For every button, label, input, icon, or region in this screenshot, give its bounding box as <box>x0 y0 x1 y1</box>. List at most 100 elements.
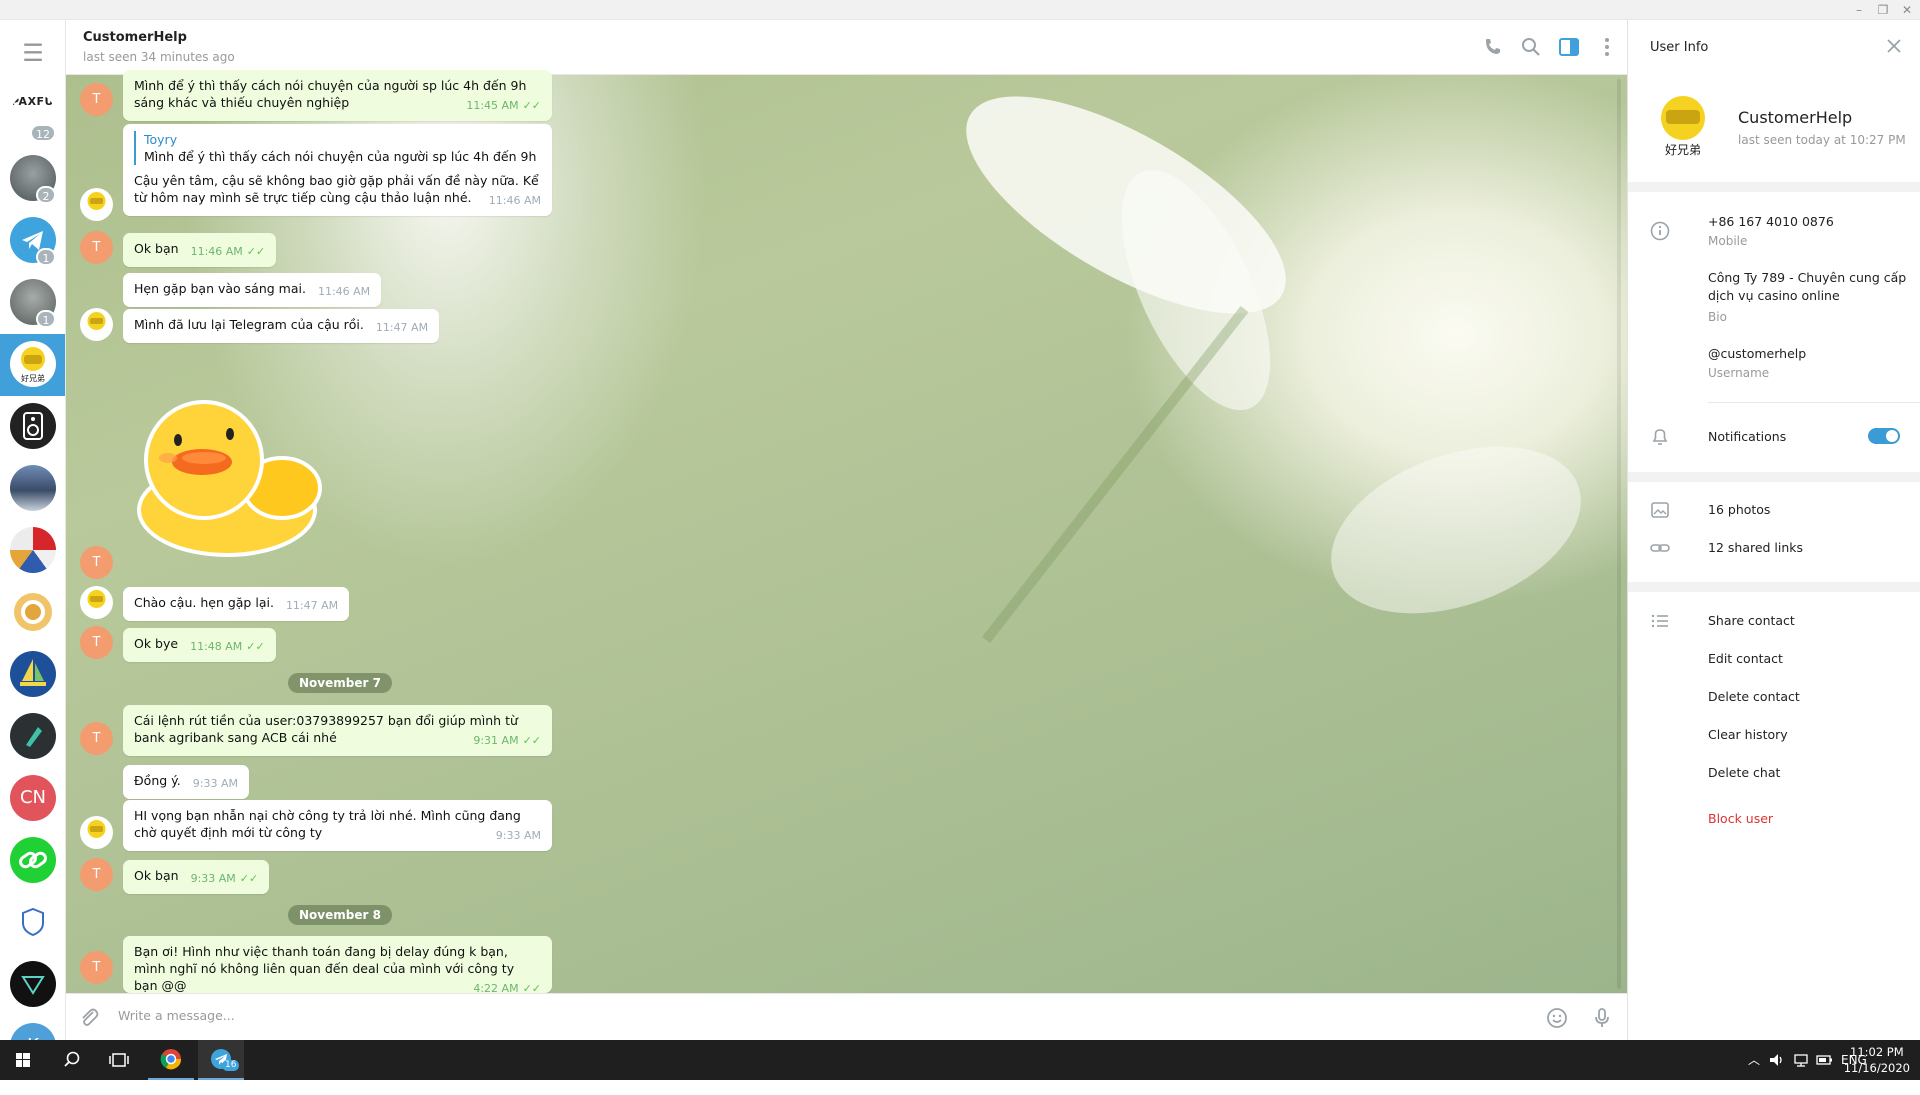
block-user-action[interactable]: Block user <box>1708 810 1773 828</box>
clear-history-action[interactable]: Clear history <box>1708 726 1788 744</box>
chat-item-coin[interactable] <box>0 582 65 644</box>
chrome-taskbar-icon[interactable] <box>148 1040 194 1080</box>
message-bubble-outgoing[interactable]: Mình để ý thì thấy cách nói chuyện của n… <box>123 70 552 121</box>
emoji-icon[interactable] <box>1545 1006 1569 1030</box>
customerhelp-message-avatar[interactable] <box>80 188 113 221</box>
duck-sticker[interactable] <box>132 398 332 560</box>
chat-item-cn[interactable]: CN <box>0 768 65 830</box>
close-icon[interactable] <box>1884 36 1904 56</box>
close-window-button[interactable]: ✕ <box>1894 0 1920 20</box>
chat-item-flags[interactable] <box>0 520 65 582</box>
tray-chevron-icon[interactable]: ︿ <box>1748 1040 1760 1080</box>
user-avatar[interactable]: T <box>80 722 113 755</box>
message-bubble-outgoing[interactable]: Ok bye 11:48 AM ✓✓ <box>123 628 276 662</box>
chat-item-alien-2[interactable]: 1 <box>0 272 65 334</box>
network-icon[interactable] <box>1792 1051 1810 1069</box>
message-input[interactable] <box>118 1008 1318 1023</box>
edit-contact-action[interactable]: Edit contact <box>1708 650 1783 668</box>
message-text: Chào cậu. hẹn gặp lại. <box>134 595 274 610</box>
battery-icon[interactable] <box>1815 1051 1833 1069</box>
message-bubble-incoming[interactable]: Hẹn gặp bạn vào sáng mai. 11:46 AM <box>123 273 382 307</box>
chat-scrollbar[interactable] <box>1617 79 1621 989</box>
user-avatar[interactable]: T <box>80 858 113 891</box>
toggle-info-panel-icon[interactable] <box>1557 35 1581 59</box>
customerhelp-message-avatar[interactable] <box>80 816 113 849</box>
profile-name: CustomerHelp <box>1738 108 1853 127</box>
rocket-icon <box>26 727 42 747</box>
reply-quote[interactable]: Toyry Mình để ý thì thấy cách nói chuyện… <box>134 131 541 165</box>
svg-text:好兄弟: 好兄弟 <box>1665 143 1701 157</box>
chat-item-telegram[interactable]: 1 <box>0 210 65 272</box>
search-taskbar-icon[interactable] <box>48 1040 94 1080</box>
chat-item-paxful[interactable]: PAXFUL 12 <box>0 86 65 148</box>
message-bubble-outgoing[interactable]: Ok bạn 9:33 AM ✓✓ <box>123 860 270 894</box>
message-text: Bạn ơi! Hình như việc thanh toán đang bị… <box>134 944 515 993</box>
user-avatar[interactable]: T <box>80 951 113 984</box>
svg-text:好兄弟: 好兄弟 <box>21 373 45 383</box>
chat-item-link[interactable] <box>0 830 65 892</box>
message-bubble-incoming[interactable]: Chào cậu. hẹn gặp lại. 11:47 AM <box>123 587 350 621</box>
shared-photos[interactable]: 16 photos <box>1708 501 1770 519</box>
phone-number[interactable]: +86 167 4010 0876 <box>1708 213 1834 231</box>
customerhelp-message-avatar[interactable] <box>80 586 113 619</box>
profile-photo[interactable]: 好兄弟 <box>1648 90 1718 160</box>
k-avatar: K <box>10 1023 56 1040</box>
message-time: 11:46 AM <box>488 194 541 207</box>
bio-text[interactable]: Công Ty 789 - Chuyên cung cấp dịch vụ ca… <box>1708 269 1908 305</box>
unread-badge: 1 <box>36 310 56 328</box>
message-bubble-outgoing[interactable]: Ok bạn 11:46 AM ✓✓ <box>123 233 277 267</box>
minimize-button[interactable]: – <box>1846 0 1872 20</box>
microphone-icon[interactable] <box>1590 1006 1614 1030</box>
triangle-logo-icon <box>21 976 45 995</box>
volume-icon[interactable] <box>1768 1051 1786 1069</box>
delete-contact-action[interactable]: Delete contact <box>1708 688 1800 706</box>
phone-call-icon[interactable] <box>1481 35 1505 59</box>
username-value[interactable]: @customerhelp <box>1708 345 1806 363</box>
chat-item-boat[interactable] <box>0 644 65 706</box>
message-bubble-outgoing[interactable]: Cái lệnh rút tiền của user:03793899257 b… <box>123 705 552 756</box>
windows-start-icon[interactable] <box>0 1040 46 1080</box>
user-avatar[interactable]: T <box>80 231 113 264</box>
message-bubble-incoming[interactable]: Mình đã lưu lại Telegram của cậu rồi. 11… <box>123 309 440 343</box>
message-text: Cái lệnh rút tiền của user:03793899257 b… <box>134 713 518 745</box>
reply-preview: Mình để ý thì thấy cách nói chuyện của n… <box>144 149 541 164</box>
more-options-icon[interactable] <box>1595 35 1619 59</box>
telegram-taskbar-icon[interactable]: 16 <box>198 1040 244 1080</box>
message-bubble-outgoing[interactable]: Bạn ơi! Hình như việc thanh toán đang bị… <box>123 936 552 993</box>
message-bubble-incoming[interactable]: Đồng ý. 9:33 AM <box>123 765 249 799</box>
user-avatar[interactable]: T <box>80 546 113 579</box>
message-time: 11:45 AM <box>466 99 519 112</box>
chat-item-speaker[interactable] <box>0 396 65 458</box>
task-view-icon[interactable] <box>96 1040 142 1080</box>
message-time: 9:33 AM <box>190 872 236 885</box>
user-avatar[interactable]: T <box>80 626 113 659</box>
message-text: Ok bạn <box>134 241 179 256</box>
customerhelp-message-avatar[interactable] <box>80 308 113 341</box>
link-icon <box>1650 544 1670 552</box>
chat-title[interactable]: CustomerHelp <box>83 30 187 45</box>
double-check-icon: ✓✓ <box>246 245 266 258</box>
chat-item-k[interactable]: K <box>0 1016 65 1040</box>
chat-item-city[interactable] <box>0 458 65 520</box>
chat-list-sidebar: ☰ PAXFUL 12 2 1 1 好兄弟 <box>0 20 66 1040</box>
message-bubble-incoming[interactable]: Toyry Mình để ý thì thấy cách nói chuyện… <box>123 124 552 216</box>
chat-item-triangle[interactable] <box>0 954 65 1016</box>
section-divider <box>1628 582 1920 592</box>
search-icon[interactable] <box>1519 35 1543 59</box>
user-avatar[interactable]: T <box>80 83 113 116</box>
restore-button[interactable]: ❐ <box>1870 0 1896 20</box>
attach-paperclip-icon[interactable] <box>78 1006 100 1028</box>
delete-chat-action[interactable]: Delete chat <box>1708 764 1780 782</box>
hamburger-menu-icon[interactable]: ☰ <box>0 38 65 68</box>
share-contact-action[interactable]: Share contact <box>1708 612 1795 630</box>
chat-item-crypto[interactable] <box>0 706 65 768</box>
taskbar-clock[interactable]: 11:02 PM 11/16/2020 <box>1844 1044 1910 1076</box>
chat-item-alien[interactable]: 2 <box>0 148 65 210</box>
message-time: 11:47 AM <box>375 321 429 334</box>
shared-links[interactable]: 12 shared links <box>1708 539 1803 557</box>
chat-item-customerhelp[interactable]: 好兄弟 <box>0 334 65 396</box>
message-bubble-incoming[interactable]: HI vọng bạn nhẫn nại chờ công ty trả lời… <box>123 800 552 851</box>
boat-icon <box>20 659 46 686</box>
notifications-toggle[interactable] <box>1868 428 1900 444</box>
chat-item-shield[interactable] <box>0 892 65 954</box>
